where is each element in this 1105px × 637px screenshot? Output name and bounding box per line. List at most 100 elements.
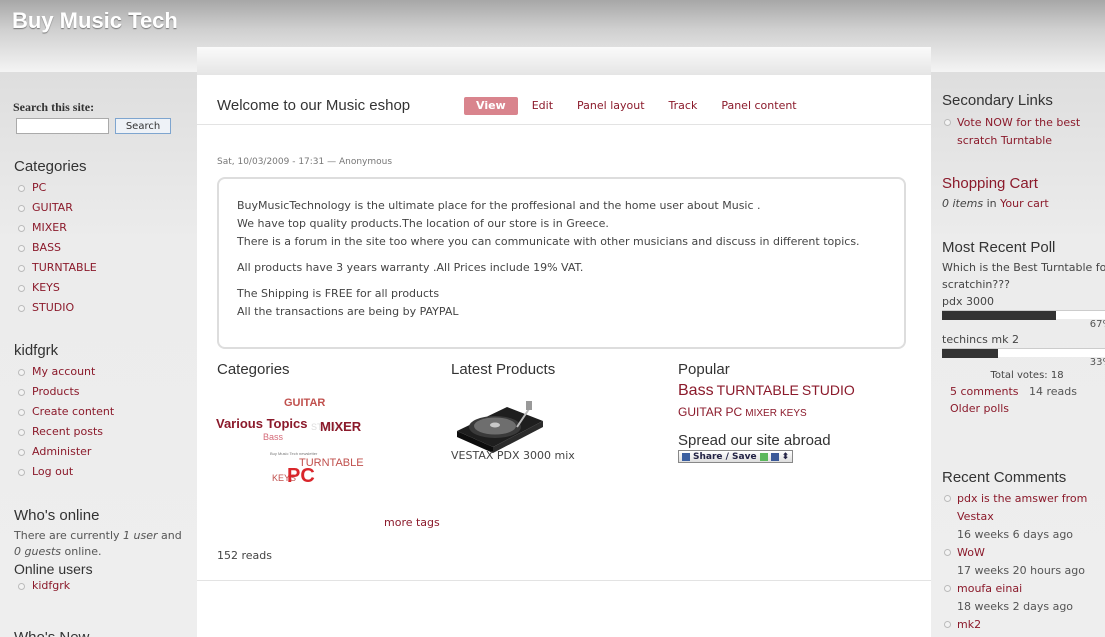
more-tags-link[interactable]: more tags bbox=[384, 516, 440, 529]
search-input[interactable] bbox=[16, 118, 109, 134]
tag-various-topics[interactable]: Various Topics bbox=[216, 416, 308, 431]
read-count: 152 reads bbox=[217, 549, 272, 562]
poll-comments-link[interactable]: 5 comments bbox=[950, 385, 1019, 398]
popular-tags: Bass TURNTABLE STUDIO GUITAR PC MIXER KE… bbox=[678, 380, 908, 424]
vote-link[interactable]: Vote NOW for the best scratch Turntable bbox=[957, 116, 1080, 147]
cart-summary: 0 items in Your cart bbox=[942, 197, 1049, 210]
tab-edit[interactable]: Edit bbox=[532, 97, 553, 115]
category-item-turntable[interactable]: TURNTABLE bbox=[14, 259, 97, 279]
popular-tag-mixer[interactable]: MIXER bbox=[745, 408, 777, 419]
online-users-title: Online users bbox=[14, 561, 93, 577]
share-save-button[interactable]: Share / Save ⬍ bbox=[678, 450, 794, 463]
poll-links: 5 comments 14 reads bbox=[950, 385, 1077, 398]
comment-link[interactable]: mk2 bbox=[957, 618, 981, 631]
share-icon bbox=[682, 452, 690, 461]
shopping-cart-title[interactable]: Shopping Cart bbox=[942, 175, 1105, 192]
products-link[interactable]: Products bbox=[32, 385, 80, 398]
site-name-link[interactable]: Buy Music Tech bbox=[12, 8, 178, 34]
popular-tag-pc[interactable]: PC bbox=[726, 405, 743, 419]
whos-online-title: Who's online bbox=[14, 507, 100, 524]
search-label: Search this site: bbox=[13, 100, 95, 114]
older-polls-link[interactable]: Older polls bbox=[950, 402, 1009, 415]
tab-panel-layout[interactable]: Panel layout bbox=[577, 97, 645, 115]
secondary-link-item[interactable]: Vote NOW for the best scratch Turntable bbox=[942, 114, 1105, 150]
product-caption[interactable]: VESTAX PDX 3000 mix bbox=[451, 449, 575, 462]
user-menu-block: kidfgrk My account Products Create conte… bbox=[14, 342, 114, 483]
create-content-link[interactable]: Create content bbox=[32, 405, 114, 418]
category-link[interactable]: KEYS bbox=[32, 281, 60, 294]
right-sidebar: Secondary Links Vote NOW for the best sc… bbox=[931, 72, 1105, 637]
left-sidebar: Search this site: Search Categories PC G… bbox=[0, 72, 197, 637]
tag-mixer[interactable]: MIXER bbox=[320, 419, 361, 434]
spread-title: Spread our site abroad bbox=[678, 432, 831, 449]
user-menu-item[interactable]: Products bbox=[14, 383, 114, 403]
user-menu-item[interactable]: Create content bbox=[14, 403, 114, 423]
categories-title: Categories bbox=[14, 158, 87, 175]
category-link[interactable]: MIXER bbox=[32, 221, 67, 234]
tag-newsletter[interactable]: Buy Music Tech newsletter bbox=[270, 451, 317, 456]
comment-link[interactable]: moufa einai bbox=[957, 582, 1022, 595]
poll-bar bbox=[942, 310, 1105, 320]
secondary-links-title: Secondary Links bbox=[942, 92, 1053, 109]
submitted-info: Sat, 10/03/2009 - 17:31 — Anonymous bbox=[217, 157, 393, 167]
node-body: BuyMusicTechnology is the ultimate place… bbox=[217, 177, 906, 349]
category-item-bass[interactable]: BASS bbox=[14, 239, 97, 259]
category-item-guitar[interactable]: GUITAR bbox=[14, 199, 97, 219]
user-menu-item[interactable]: My account bbox=[14, 363, 114, 383]
popular-tag-studio[interactable]: STUDIO bbox=[802, 382, 855, 398]
category-item-mixer[interactable]: MIXER bbox=[14, 219, 97, 239]
poll-bar-fill bbox=[942, 349, 999, 358]
turntable-product-image[interactable] bbox=[453, 391, 543, 453]
user-menu-item[interactable]: Recent posts bbox=[14, 423, 114, 443]
page-title: Welcome to our Music eshop bbox=[217, 97, 411, 114]
recent-comments-list: pdx is the amswer from Vestax 16 weeks 6 … bbox=[942, 490, 1105, 634]
popular-panel: Popular Bass TURNTABLE STUDIO GUITAR PC … bbox=[678, 361, 908, 464]
category-item-keys[interactable]: KEYS bbox=[14, 279, 97, 299]
recent-comments-block: Recent Comments pdx is the amswer from V… bbox=[942, 469, 1105, 634]
administer-link[interactable]: Administer bbox=[32, 445, 91, 458]
comment-item: pdx is the amswer from Vestax 16 weeks 6 … bbox=[942, 490, 1105, 544]
secondary-links-list: Vote NOW for the best scratch Turntable bbox=[942, 114, 1105, 150]
page-title-bar: Welcome to our Music eshop View Edit Pan… bbox=[197, 75, 931, 125]
online-user-item[interactable]: kidfgrk bbox=[14, 577, 189, 597]
main-top-bar bbox=[197, 47, 931, 75]
tab-view[interactable]: View bbox=[464, 97, 518, 115]
page-tabs: View Edit Panel layout Track Panel conte… bbox=[464, 97, 821, 115]
poll-question: Which is the Best Turntable for scratchi… bbox=[942, 261, 1105, 291]
comment-link[interactable]: pdx is the amswer from Vestax bbox=[957, 492, 1087, 523]
tag-pc[interactable]: PC bbox=[287, 465, 315, 488]
category-item-studio[interactable]: STUDIO bbox=[14, 299, 97, 319]
popular-tag-turntable[interactable]: TURNTABLE bbox=[717, 382, 799, 398]
my-account-link[interactable]: My account bbox=[32, 365, 95, 378]
comment-link[interactable]: WoW bbox=[957, 546, 985, 559]
poll-option-label: pdx 3000 bbox=[942, 295, 994, 308]
popular-tag-guitar[interactable]: GUITAR bbox=[678, 405, 722, 419]
user-menu-title: kidfgrk bbox=[14, 342, 59, 359]
user-menu-item[interactable]: Administer bbox=[14, 443, 114, 463]
popular-tag-bass[interactable]: Bass bbox=[678, 382, 714, 399]
whos-online-text: There are currently 1 user and 0 guests … bbox=[14, 529, 182, 558]
tag-guitar[interactable]: GUITAR bbox=[284, 397, 325, 409]
your-cart-link[interactable]: Your cart bbox=[1000, 197, 1049, 210]
latest-products-panel: Latest Products VESTAX PDX 3000 mix bbox=[451, 361, 651, 462]
dropdown-icon: ⬍ bbox=[781, 451, 790, 462]
tab-track[interactable]: Track bbox=[669, 97, 698, 115]
search-button[interactable]: Search bbox=[115, 118, 171, 134]
poll-option-label: techincs mk 2 bbox=[942, 333, 1019, 346]
tag-bass[interactable]: Bass bbox=[263, 432, 283, 442]
category-link[interactable]: PC bbox=[32, 181, 46, 194]
poll-bar-fill bbox=[942, 311, 1056, 320]
body-paragraph: The Shipping is FREE for all products Al… bbox=[237, 287, 459, 318]
user-menu-item[interactable]: Log out bbox=[14, 463, 114, 483]
category-item-pc[interactable]: PC bbox=[14, 179, 97, 199]
recent-posts-link[interactable]: Recent posts bbox=[32, 425, 103, 438]
category-link[interactable]: GUITAR bbox=[32, 201, 73, 214]
popular-tag-keys[interactable]: KEYS bbox=[780, 408, 807, 419]
log-out-link[interactable]: Log out bbox=[32, 465, 73, 478]
online-user-link[interactable]: kidfgrk bbox=[32, 579, 70, 592]
tab-panel-content[interactable]: Panel content bbox=[721, 97, 796, 115]
category-link[interactable]: STUDIO bbox=[32, 301, 74, 314]
category-link[interactable]: BASS bbox=[32, 241, 61, 254]
category-link[interactable]: TURNTABLE bbox=[32, 261, 97, 274]
social-icon bbox=[759, 452, 768, 461]
